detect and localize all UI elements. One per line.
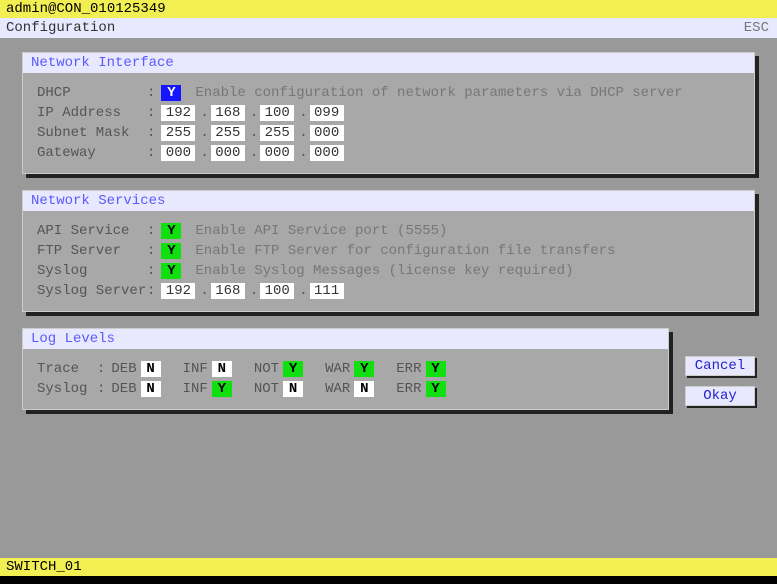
panel-body-log-levels: Trace : DEB N INF N NOT Y WAR Y ERR Y [23,349,668,409]
ip-octet-4[interactable]: 099 [310,105,344,121]
level-deb: DEB [111,361,136,377]
syslog-octet-2[interactable]: 168 [211,283,245,299]
syslog-err-toggle[interactable]: Y [426,381,446,397]
trace-not-toggle[interactable]: Y [283,361,303,377]
label-ip: IP Address [37,105,147,121]
okay-button[interactable]: Okay [685,386,755,406]
level-war: WAR [325,361,350,377]
row-syslog-levels: Syslog : DEB N INF Y NOT N WAR N ERR Y [37,381,654,397]
syslog-octet-3[interactable]: 100 [260,283,294,299]
row-trace: Trace : DEB N INF N NOT Y WAR Y ERR Y [37,361,654,377]
mask-octet-4[interactable]: 000 [310,125,344,141]
ip-octet-2[interactable]: 168 [211,105,245,121]
level-err: ERR [396,381,421,397]
syslog-octet-1[interactable]: 192 [161,283,195,299]
colon: : [97,381,105,397]
title-bar: Configuration ESC [0,18,777,38]
mask-octet-3[interactable]: 255 [260,125,294,141]
cancel-button[interactable]: Cancel [685,356,755,376]
panel-log-levels: Log Levels Trace : DEB N INF N NOT Y WAR [22,328,669,410]
main-area: Network Interface DHCP : Y Enable config… [0,38,777,558]
buttons-column: Cancel Okay [669,328,755,426]
colon: : [147,105,155,121]
colon: : [147,223,155,239]
label-syslog-server: Syslog Server [37,283,147,299]
colon: : [147,145,155,161]
label-ftp: FTP Server [37,243,147,259]
top-status-bar: admin@CON_010125349 [0,0,777,18]
ftp-desc: Enable FTP Server for configuration file… [195,243,615,259]
level-not: NOT [254,361,279,377]
colon: : [147,243,155,259]
label-dhcp: DHCP [37,85,147,101]
label-subnet: Subnet Mask [37,125,147,141]
dhcp-desc: Enable configuration of network paramete… [195,85,682,101]
trace-war-toggle[interactable]: Y [354,361,374,377]
panel-body-network-services: API Service : Y Enable API Service port … [23,211,754,311]
row-ftp: FTP Server : Y Enable FTP Server for con… [37,243,740,259]
mask-octet-2[interactable]: 255 [211,125,245,141]
row-subnet: Subnet Mask : 255. 255. 255. 000 [37,125,740,141]
api-desc: Enable API Service port (5555) [195,223,447,239]
level-deb: DEB [111,381,136,397]
gw-octet-3[interactable]: 000 [260,145,294,161]
level-inf: INF [183,361,208,377]
gw-octet-4[interactable]: 000 [310,145,344,161]
level-not: NOT [254,381,279,397]
syslog-not-toggle[interactable]: N [283,381,303,397]
panel-header-log-levels: Log Levels [23,329,668,349]
label-syslog-levels: Syslog [37,381,97,397]
syslog-inf-toggle[interactable]: Y [212,381,232,397]
user-host: admin@CON_010125349 [6,1,166,17]
ftp-toggle[interactable]: Y [161,243,181,259]
gw-octet-1[interactable]: 000 [161,145,195,161]
row-api: API Service : Y Enable API Service port … [37,223,740,239]
row-syslog: Syslog : Y Enable Syslog Messages (licen… [37,263,740,279]
syslog-toggle[interactable]: Y [161,263,181,279]
colon: : [147,125,155,141]
colon: : [97,361,105,377]
level-err: ERR [396,361,421,377]
syslog-war-toggle[interactable]: N [354,381,374,397]
mask-octet-1[interactable]: 255 [161,125,195,141]
ip-octet-3[interactable]: 100 [260,105,294,121]
row-gateway: Gateway : 000. 000. 000. 000 [37,145,740,161]
api-toggle[interactable]: Y [161,223,181,239]
panel-header-network-services: Network Services [23,191,754,211]
colon: : [147,263,155,279]
device-name: SWITCH_01 [6,559,82,575]
syslog-deb-toggle[interactable]: N [141,381,161,397]
panel-network-interface: Network Interface DHCP : Y Enable config… [22,52,755,174]
trace-inf-toggle[interactable]: N [212,361,232,377]
level-inf: INF [183,381,208,397]
colon: : [147,85,155,101]
label-trace: Trace [37,361,97,377]
dhcp-toggle[interactable]: Y [161,85,181,101]
bottom-status-bar: SWITCH_01 [0,558,777,576]
esc-key-hint[interactable]: ESC [744,18,769,38]
trace-err-toggle[interactable]: Y [426,361,446,377]
label-gateway: Gateway [37,145,147,161]
trace-deb-toggle[interactable]: N [141,361,161,377]
syslog-octet-4[interactable]: 111 [310,283,344,299]
panel-network-services: Network Services API Service : Y Enable … [22,190,755,312]
row-ip: IP Address : 192. 168. 100. 099 [37,105,740,121]
panel-body-network-interface: DHCP : Y Enable configuration of network… [23,73,754,173]
gw-octet-2[interactable]: 000 [211,145,245,161]
label-syslog: Syslog [37,263,147,279]
level-war: WAR [325,381,350,397]
ip-octet-1[interactable]: 192 [161,105,195,121]
label-api: API Service [37,223,147,239]
row-syslog-server: Syslog Server : 192. 168. 100. 111 [37,283,740,299]
page-title: Configuration [6,20,115,36]
row-dhcp: DHCP : Y Enable configuration of network… [37,85,740,101]
panel-header-network-interface: Network Interface [23,53,754,73]
colon: : [147,283,155,299]
syslog-desc: Enable Syslog Messages (license key requ… [195,263,573,279]
